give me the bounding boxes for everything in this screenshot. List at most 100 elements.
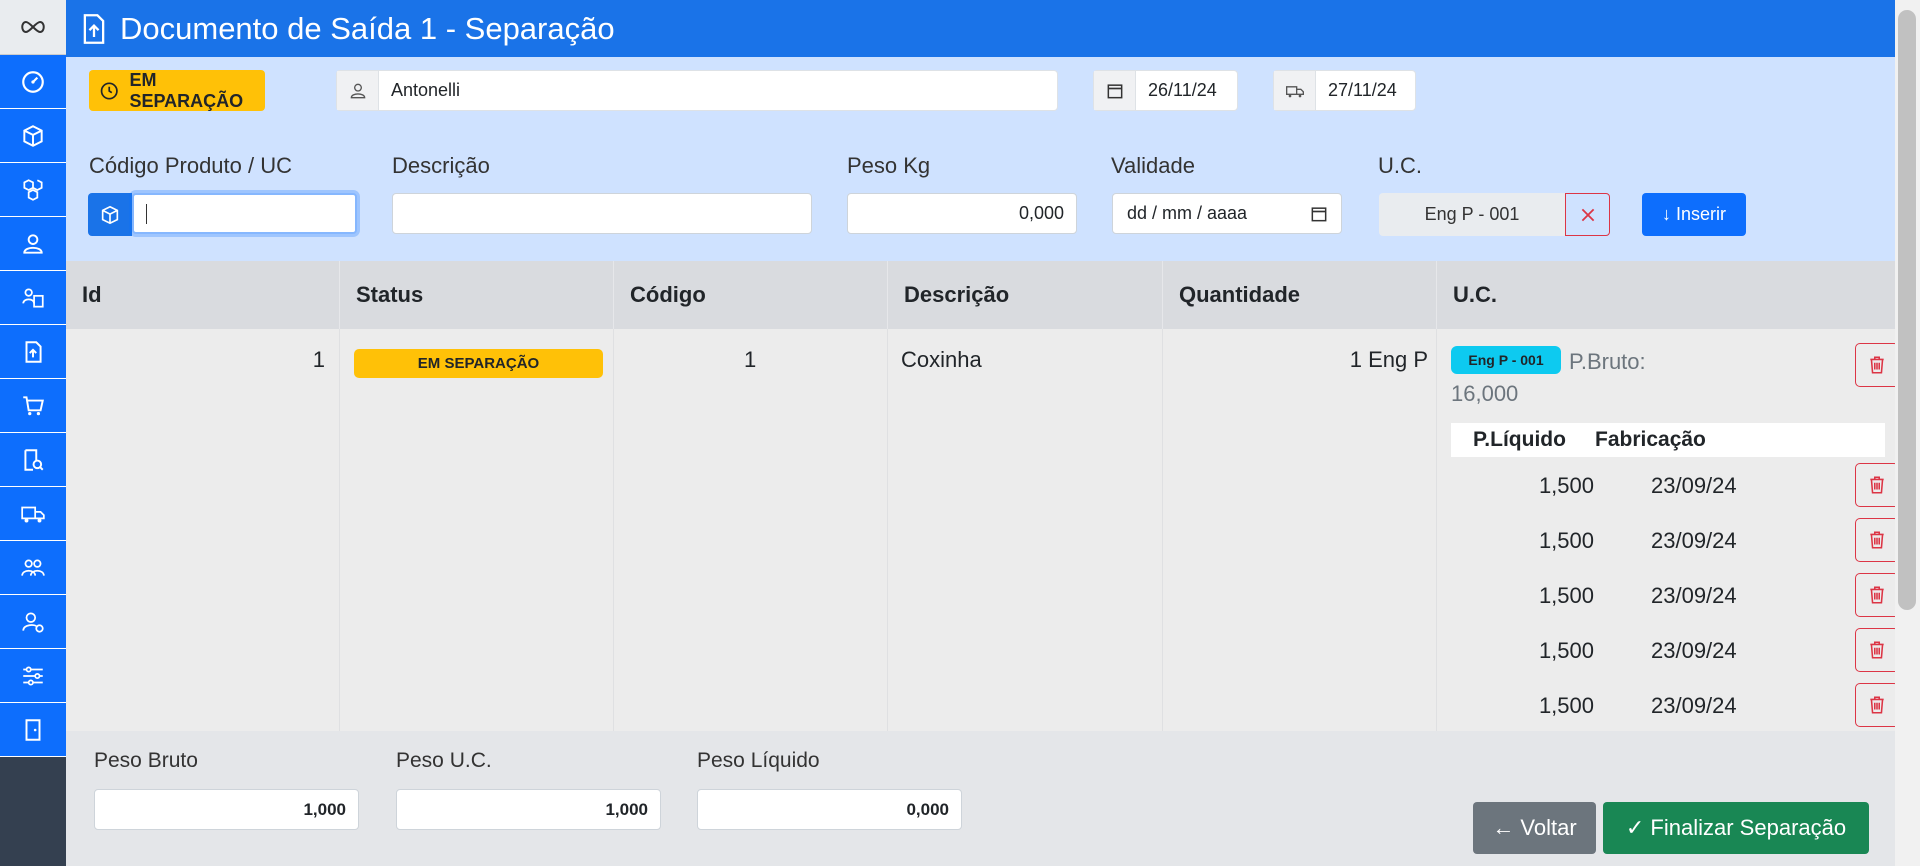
trash-icon [1870,476,1884,494]
app-logo[interactable] [0,0,66,55]
user-icon-addon [337,71,379,110]
pbruto-value: 16,000 [1451,381,1519,406]
sidebar-item-suppliers[interactable] [0,271,66,325]
descricao-label: Descrição [392,153,490,178]
delete-row-button[interactable] [1855,683,1895,727]
sliders-icon [23,665,43,686]
sub-row-fabricacao: 23/09/24 [1651,473,1737,498]
trash-icon [1870,696,1884,714]
row-codigo: 1 [744,347,757,372]
peso-liquido-field: 0,000 [697,789,962,830]
client-name: Antonelli [391,80,461,100]
validade-placeholder: dd / mm / aaaa [1127,203,1248,223]
back-button[interactable]: ← Voltar [1473,802,1596,854]
file-upload-icon [83,13,105,44]
sub-table-row: 1,500 23/09/24 [1451,573,1885,617]
codigo-label: Código Produto / UC [89,153,292,178]
calendar-icon [1107,83,1122,98]
sidebar-item-user-settings[interactable] [0,595,66,649]
peso-liquido-label: Peso Líquido [697,749,820,772]
ship-date: 27/11/24 [1328,80,1397,100]
cart-icon [23,395,44,415]
sub-table-row: 1,500 23/09/24 [1451,683,1885,727]
sub-row-pliquido: 1,500 [1538,583,1594,608]
sidebar-item-reports[interactable] [0,433,66,487]
sub-row-fabricacao: 23/09/24 [1651,583,1737,608]
client-field: Antonelli [336,70,1058,111]
calendar-icon-addon [1094,71,1136,110]
uc-tag: Eng P - 001 [1451,346,1561,374]
sub-table-row: 1,500 23/09/24 [1451,628,1885,672]
validade-label: Validade [1111,153,1195,178]
pbruto-label: P.Bruto: [1569,349,1646,374]
text-caret [146,203,147,224]
inserir-button[interactable]: ↓ Inserir [1642,193,1746,236]
items-table: Id Status Código Descrição Quantidade U.… [66,261,1895,731]
sidebar-item-logout[interactable] [0,703,66,757]
scrollbar-thumb[interactable] [1898,10,1916,610]
validade-input[interactable]: dd / mm / aaaa [1112,193,1342,234]
document-date: 26/11/24 [1148,80,1217,100]
ship-date-field: 27/11/24 [1273,70,1416,111]
user-settings-icon [22,611,44,633]
close-icon [1581,208,1594,221]
delete-uc-button[interactable] [1855,343,1895,387]
delete-row-button[interactable] [1855,518,1895,562]
cell-id: 1 [66,329,340,731]
uc-clear-button[interactable] [1565,193,1610,236]
main-content: Documento de Saída 1 - Separação EM SEPA… [66,0,1895,866]
sub-row-fabricacao: 23/09/24 [1651,693,1737,718]
sidebar-item-dashboard[interactable] [0,55,66,109]
peso-uc-field: 1,000 [396,789,661,830]
column-header-codigo: Código [614,261,888,329]
finalize-button[interactable]: ✓ Finalizar Separação [1603,802,1869,854]
page-header: Documento de Saída 1 - Separação [66,0,1895,57]
peso-value: 0,000 [1018,203,1064,223]
document-search-icon [24,448,44,471]
peso-bruto-field: 1,000 [94,789,359,830]
cell-descricao: Coxinha [888,329,1163,731]
cell-quantidade: 1 Eng P [1163,329,1437,731]
box-icon [101,205,119,224]
boxes-icon [23,178,43,201]
sidebar-item-users[interactable] [0,541,66,595]
sidebar-item-shipping[interactable] [0,487,66,541]
sidebar-item-clients[interactable] [0,217,66,271]
table-header: Id Status Código Descrição Quantidade U.… [66,261,1895,329]
descricao-input[interactable] [392,193,812,234]
sidebar-item-products[interactable] [0,109,66,163]
status-badge-label: EM SEPARAÇÃO [129,69,244,111]
box-icon [23,124,43,147]
file-upload-icon [25,340,42,363]
delete-row-button[interactable] [1855,463,1895,507]
trash-icon [1870,531,1884,549]
sidebar-item-orders[interactable] [0,379,66,433]
delete-row-button[interactable] [1855,573,1895,617]
peso-input[interactable]: 0,000 [847,193,1077,234]
peso-uc-label: Peso U.C. [396,749,492,772]
codigo-input[interactable] [132,193,357,234]
exit-door-icon [25,718,41,741]
delete-row-button[interactable] [1855,628,1895,672]
sub-table-row: 1,500 23/09/24 [1451,518,1885,562]
sidebar-item-settings[interactable] [0,649,66,703]
document-date-field: 26/11/24 [1093,70,1238,111]
sidebar-item-outbound[interactable] [0,325,66,379]
page-scrollbar[interactable] [1895,0,1920,866]
row-quantidade: 1 Eng P [1349,347,1428,372]
column-header-status: Status [340,261,614,329]
sub-header-fabricacao: Fabricação [1595,428,1706,451]
row-id: 1 [312,347,325,372]
sub-row-pliquido: 1,500 [1538,693,1594,718]
row-descricao: Coxinha [901,347,982,372]
infinity-icon [21,20,45,34]
sidebar-item-stock[interactable] [0,163,66,217]
sub-row-pliquido: 1,500 [1538,638,1594,663]
sub-row-pliquido: 1,500 [1538,528,1594,553]
column-header-quantidade: Quantidade [1163,261,1437,329]
row-status-badge: EM SEPARAÇÃO [354,349,603,378]
calendar-icon[interactable] [1309,204,1329,224]
user-icon [23,233,43,254]
status-badge: EM SEPARAÇÃO [89,70,265,111]
truck-icon-addon [1274,71,1316,110]
